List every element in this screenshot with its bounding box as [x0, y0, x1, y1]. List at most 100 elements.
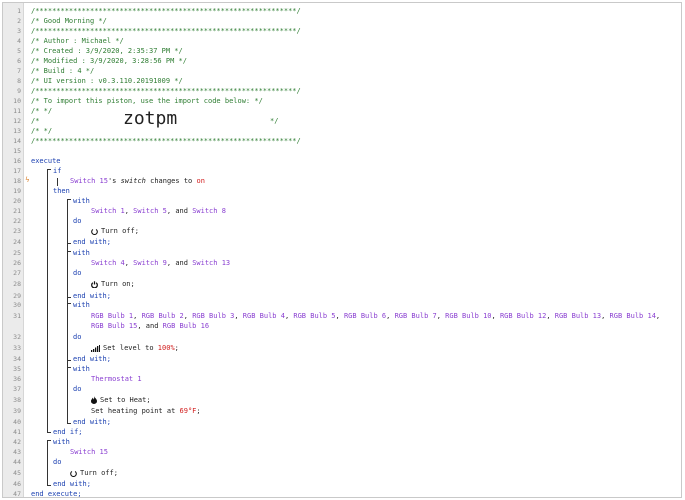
with3-action[interactable]: Set level to 100%;: [91, 343, 179, 353]
if-bracket-bottom: [47, 432, 51, 433]
power-off-icon: [70, 470, 77, 477]
outer-with-bracket-bottom: [47, 485, 51, 486]
line-number: 41: [13, 428, 21, 436]
with4-action1[interactable]: Set to Heat;: [91, 395, 151, 405]
signal-level-icon: [91, 344, 100, 352]
line-number: 9: [17, 87, 21, 95]
bulb-device[interactable]: RGB Bulb 3: [192, 312, 234, 320]
with4-end[interactable]: end with;: [73, 417, 111, 427]
bulb-device[interactable]: RGB Bulb 4: [243, 312, 285, 320]
line-number: 1: [17, 7, 21, 15]
with1-keyword[interactable]: with: [73, 196, 90, 206]
line-number: 33: [13, 344, 21, 352]
with4-action2[interactable]: Set heating point at 69°F;: [91, 406, 201, 416]
bulb-device[interactable]: RGB Bulb 1: [91, 312, 133, 320]
outer-with-action[interactable]: Turn off;: [70, 468, 118, 478]
line-number: 47: [13, 490, 21, 498]
with3-devices-line1[interactable]: RGB Bulb 1, RGB Bulb 2, RGB Bulb 3, RGB …: [91, 311, 660, 321]
with2-do[interactable]: do: [73, 268, 81, 278]
line-number: 5: [17, 47, 21, 55]
line-number: 12: [13, 117, 21, 125]
line-number: 32: [13, 333, 21, 341]
bulb-device[interactable]: RGB Bulb 10: [445, 312, 491, 320]
condition-attribute: switch: [120, 177, 146, 185]
line-number: 35: [13, 365, 21, 373]
bulb-device[interactable]: RGB Bulb 14: [610, 312, 656, 320]
line-number: 21: [13, 207, 21, 215]
line-number: 17: [13, 167, 21, 175]
outer-with-keyword[interactable]: with: [53, 437, 70, 447]
outer-with-end[interactable]: end with;: [53, 479, 91, 489]
bulb-device[interactable]: RGB Bulb 12: [500, 312, 546, 320]
with3-do[interactable]: do: [73, 332, 81, 342]
condition-bracket: [57, 178, 58, 186]
line-number: 14: [13, 137, 21, 145]
line-number: 4: [17, 37, 21, 45]
with3-end[interactable]: end with;: [73, 354, 111, 364]
with1-do[interactable]: do: [73, 216, 81, 226]
with1-end[interactable]: end with;: [73, 237, 111, 247]
header-blank-1: /* */: [31, 107, 53, 115]
line-number: 18: [13, 177, 21, 185]
execute-keyword[interactable]: execute: [31, 156, 61, 166]
end-if-keyword[interactable]: end if;: [53, 427, 83, 437]
line-number: 22: [13, 217, 21, 225]
condition-line[interactable]: Switch 15's switch changes to on: [70, 176, 205, 186]
line-number: 19: [13, 187, 21, 195]
bulb-device[interactable]: RGB Bulb 5: [293, 312, 335, 320]
header-title: /* Good Morning */: [31, 17, 107, 25]
with1-action[interactable]: Turn off;: [91, 226, 139, 236]
with4-do[interactable]: do: [73, 384, 81, 394]
then-keyword[interactable]: then: [53, 186, 70, 196]
with2-bracket-bottom: [67, 297, 71, 298]
with4-device[interactable]: Thermostat 1: [91, 374, 142, 384]
with1-bracket-bottom: [67, 243, 71, 244]
line-number: 25: [13, 249, 21, 257]
header-border-top: /***************************************…: [31, 7, 301, 15]
line-number: 37: [13, 385, 21, 393]
with4-bracket-top: [67, 367, 71, 368]
if-keyword[interactable]: if: [53, 166, 61, 176]
if-bracket: [47, 169, 48, 433]
with3-keyword[interactable]: with: [73, 300, 90, 310]
with2-action[interactable]: Turn on;: [91, 279, 135, 289]
then-bracket: [67, 199, 68, 423]
bulb-device[interactable]: RGB Bulb 7: [395, 312, 437, 320]
with4-keyword[interactable]: with: [73, 364, 90, 374]
with3-devices-line2[interactable]: RGB Bulb 15, and RGB Bulb 16: [91, 321, 209, 331]
line-number: 28: [13, 280, 21, 288]
with4-bracket-bottom: [67, 423, 71, 424]
header-modified: /* Modified : 3/9/2020, 3:28:56 PM */: [31, 57, 187, 65]
header-border-2: /***************************************…: [31, 27, 301, 35]
with2-keyword[interactable]: with: [73, 248, 90, 258]
line-number: 40: [13, 418, 21, 426]
outer-with-do[interactable]: do: [53, 457, 61, 467]
line-number: 11: [13, 107, 21, 115]
with1-bracket-top: [67, 199, 71, 200]
bulb-device[interactable]: RGB Bulb 2: [142, 312, 184, 320]
with1-devices[interactable]: Switch 1, Switch 5, and Switch 8: [91, 206, 226, 216]
end-execute-keyword[interactable]: end execute;: [31, 489, 82, 497]
with3-bracket-top: [67, 303, 71, 304]
outer-with-device[interactable]: Switch 15: [70, 447, 108, 457]
line-number: 31: [13, 312, 21, 320]
header-author: /* Author : Michael */: [31, 37, 124, 45]
line-number: 45: [13, 469, 21, 477]
line-number: 26: [13, 259, 21, 267]
line-number: 20: [13, 197, 21, 205]
bulb-device[interactable]: RGB Bulb 13: [555, 312, 601, 320]
line-number: 42: [13, 438, 21, 446]
line-number: 3: [17, 27, 21, 35]
line-number: 24: [13, 238, 21, 246]
power-off-icon: [91, 228, 98, 235]
condition-value: on: [196, 177, 205, 185]
line-number: 46: [13, 480, 21, 488]
with2-devices[interactable]: Switch 4, Switch 9, and Switch 13: [91, 258, 230, 268]
bulb-device[interactable]: RGB Bulb 6: [344, 312, 386, 320]
line-number: 38: [13, 396, 21, 404]
header-code-suffix: */: [270, 117, 279, 125]
import-code[interactable]: zotpm: [123, 108, 177, 129]
line-number: 44: [13, 458, 21, 466]
outer-with-bracket-top: [47, 440, 51, 441]
condition-device: Switch 15: [70, 177, 108, 185]
